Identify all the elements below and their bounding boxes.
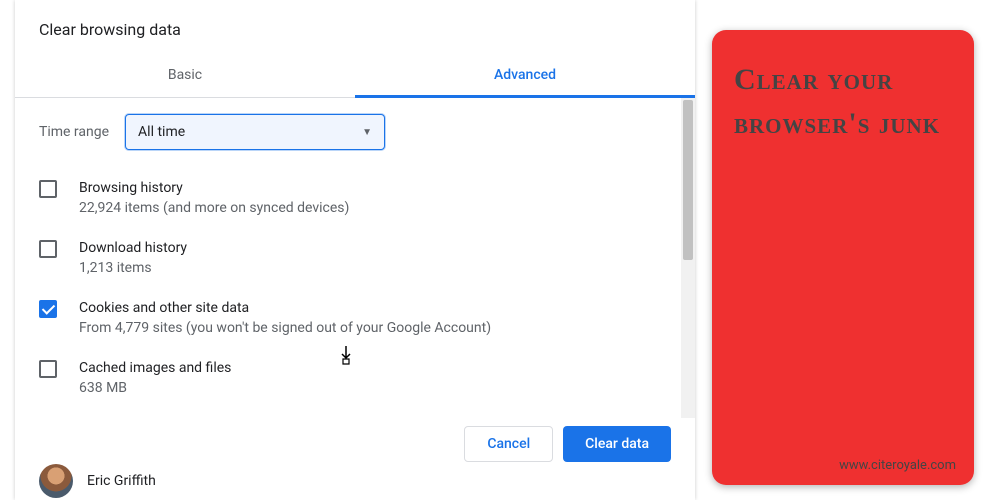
option-cached[interactable]: Cached images and files 638 MB [39,348,671,408]
time-range-value: All time [138,124,185,140]
option-title: Cached images and files [79,358,671,378]
dialog-tabs: Basic Advanced [15,55,695,98]
option-sub: 22,924 items (and more on synced devices… [79,198,671,218]
checkbox-download-history[interactable] [39,240,57,258]
checkbox-cookies[interactable] [39,300,57,318]
cancel-button[interactable]: Cancel [464,426,553,462]
time-range-row: Time range All time ▼ [39,114,671,150]
tab-basic[interactable]: Basic [15,55,355,97]
time-range-label: Time range [39,124,109,140]
option-sub: 1,213 items [79,258,671,278]
promo-url: www.citeroyale.com [839,458,956,473]
option-title: Browsing history [79,178,671,198]
option-cookies[interactable]: Cookies and other site data From 4,779 s… [39,288,671,348]
option-passwords[interactable]: Passwords and other sign-in data 430 pas… [39,408,671,418]
avatar [39,464,73,498]
promo-card: Clear your browser's junk www.citeroyale… [712,30,974,485]
promo-title: Clear your browser's junk [734,58,952,146]
scrollbar-thumb[interactable] [683,100,693,260]
option-title: Download history [79,238,671,258]
dialog-body: Time range All time ▼ Browsing history 2… [15,98,695,418]
chevron-down-icon: ▼ [362,127,372,138]
clear-data-button[interactable]: Clear data [563,426,671,462]
checkbox-cached[interactable] [39,360,57,378]
dialog-footer: Cancel Clear data [464,426,671,462]
checkbox-browsing-history[interactable] [39,180,57,198]
option-download-history[interactable]: Download history 1,213 items [39,228,671,288]
tab-advanced[interactable]: Advanced [355,55,695,97]
time-range-select[interactable]: All time ▼ [125,114,385,150]
option-browsing-history[interactable]: Browsing history 22,924 items (and more … [39,168,671,228]
dialog-title: Clear browsing data [15,0,695,55]
clear-browsing-data-dialog: Clear browsing data Basic Advanced Time … [15,0,695,500]
author-name: Eric Griffith [87,473,156,489]
option-title: Cookies and other site data [79,298,671,318]
author-row: Eric Griffith [39,464,156,498]
option-sub: From 4,779 sites (you won't be signed ou… [79,318,671,338]
scrollbar[interactable] [681,98,695,418]
option-sub: 638 MB [79,378,671,398]
